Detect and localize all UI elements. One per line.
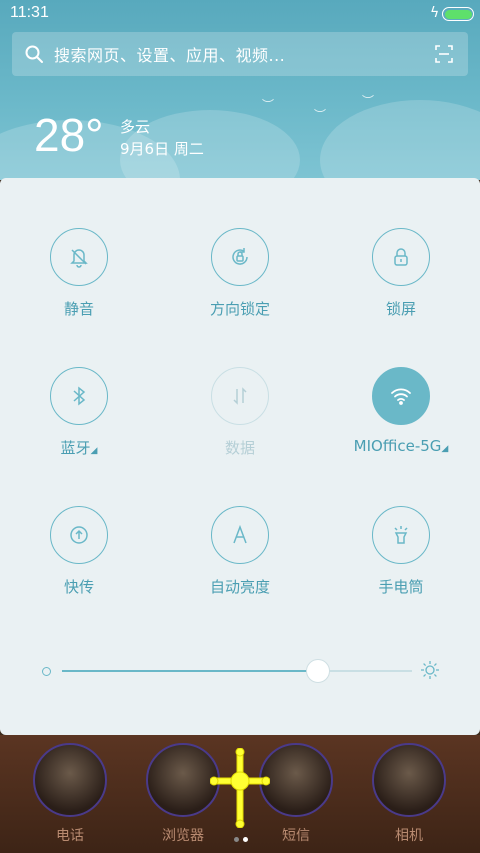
toggle-auto-brightness[interactable]: 自动亮度 <box>180 506 300 606</box>
mobile-data-icon <box>211 367 269 425</box>
quick-settings-panel: 静音 方向锁定 锁屏 蓝牙◢ 数据 MIOffice-5G◢ 快传 自动亮度 手… <box>0 178 480 735</box>
brightness-thumb[interactable] <box>305 659 330 683</box>
battery-icon <box>442 7 474 21</box>
bolt-icon: ϟ <box>430 5 440 21</box>
bird-icon: ︶ <box>362 94 375 108</box>
bell-off-icon <box>50 228 108 286</box>
toggle-mobile-data[interactable]: 数据 <box>180 367 300 467</box>
toggle-label: 方向锁定 <box>209 300 270 318</box>
flashlight-icon <box>372 506 430 564</box>
wifi-icon <box>372 367 430 425</box>
toggle-flashlight[interactable]: 手电筒 <box>341 506 461 606</box>
phone-app-icon <box>33 743 107 817</box>
search-placeholder: 搜索网页、设置、应用、视频... <box>54 46 286 65</box>
toggle-rotation-lock[interactable]: 方向锁定 <box>180 228 300 328</box>
toggle-label: 手电筒 <box>378 578 424 596</box>
app-label: 相机 <box>395 828 423 844</box>
search-bar[interactable]: 搜索网页、设置、应用、视频... <box>12 32 468 76</box>
app-label: 浏览器 <box>162 828 204 844</box>
toggle-label: 锁屏 <box>385 300 416 318</box>
bluetooth-icon <box>50 367 108 425</box>
rotation-lock-icon <box>211 228 269 286</box>
toggle-bluetooth[interactable]: 蓝牙◢ <box>19 367 139 467</box>
brightness-slider[interactable] <box>40 658 440 684</box>
search-icon <box>25 45 43 63</box>
header-weather-area: ︶ ︶ ︶ 11:31 ϟ 搜索网页、设置、应用、视频... 28° 多云 9月… <box>0 0 480 180</box>
auto-brightness-icon <box>211 506 269 564</box>
bird-icon: ︶ <box>262 98 275 112</box>
clock: 11:31 <box>10 4 49 21</box>
app-camera[interactable]: 相机 <box>371 743 447 845</box>
toggle-label: 静音 <box>63 300 94 318</box>
app-label: 短信 <box>282 828 310 844</box>
scan-icon[interactable] <box>434 44 454 64</box>
lock-icon <box>372 228 430 286</box>
brightness-fill <box>62 670 318 672</box>
toggle-quick-transfer[interactable]: 快传 <box>19 506 139 606</box>
weather-widget[interactable]: 28° 多云 9月6日 周二 <box>34 109 204 161</box>
weather-condition: 多云 <box>120 118 151 136</box>
brightness-high-icon <box>421 661 439 679</box>
messages-app-icon <box>259 743 333 817</box>
toggle-label: MIOffice-5G◢ <box>353 437 449 455</box>
toggle-label: 数据 <box>224 439 255 457</box>
brightness-track[interactable] <box>62 659 412 683</box>
brightness-low-icon <box>42 667 51 676</box>
toggle-label: 自动亮度 <box>209 578 270 596</box>
app-phone[interactable]: 电话 <box>32 743 108 845</box>
cross-cursor-icon <box>210 748 270 828</box>
bird-icon: ︶ <box>314 108 327 122</box>
camera-app-icon <box>372 743 446 817</box>
weather-date: 9月6日 周二 <box>120 140 204 158</box>
toggle-mute[interactable]: 静音 <box>19 228 139 328</box>
toggle-label: 蓝牙◢ <box>60 439 98 457</box>
status-bar: 11:31 ϟ <box>0 0 480 28</box>
browser-app-icon <box>146 743 220 817</box>
toggle-wifi[interactable]: MIOffice-5G◢ <box>341 367 461 467</box>
temperature: 28° <box>34 109 104 161</box>
toggle-label: 快传 <box>63 578 94 596</box>
toggle-lock-screen[interactable]: 锁屏 <box>341 228 461 328</box>
quick-transfer-icon <box>50 506 108 564</box>
app-label: 电话 <box>56 828 84 844</box>
page-indicator <box>232 827 250 846</box>
